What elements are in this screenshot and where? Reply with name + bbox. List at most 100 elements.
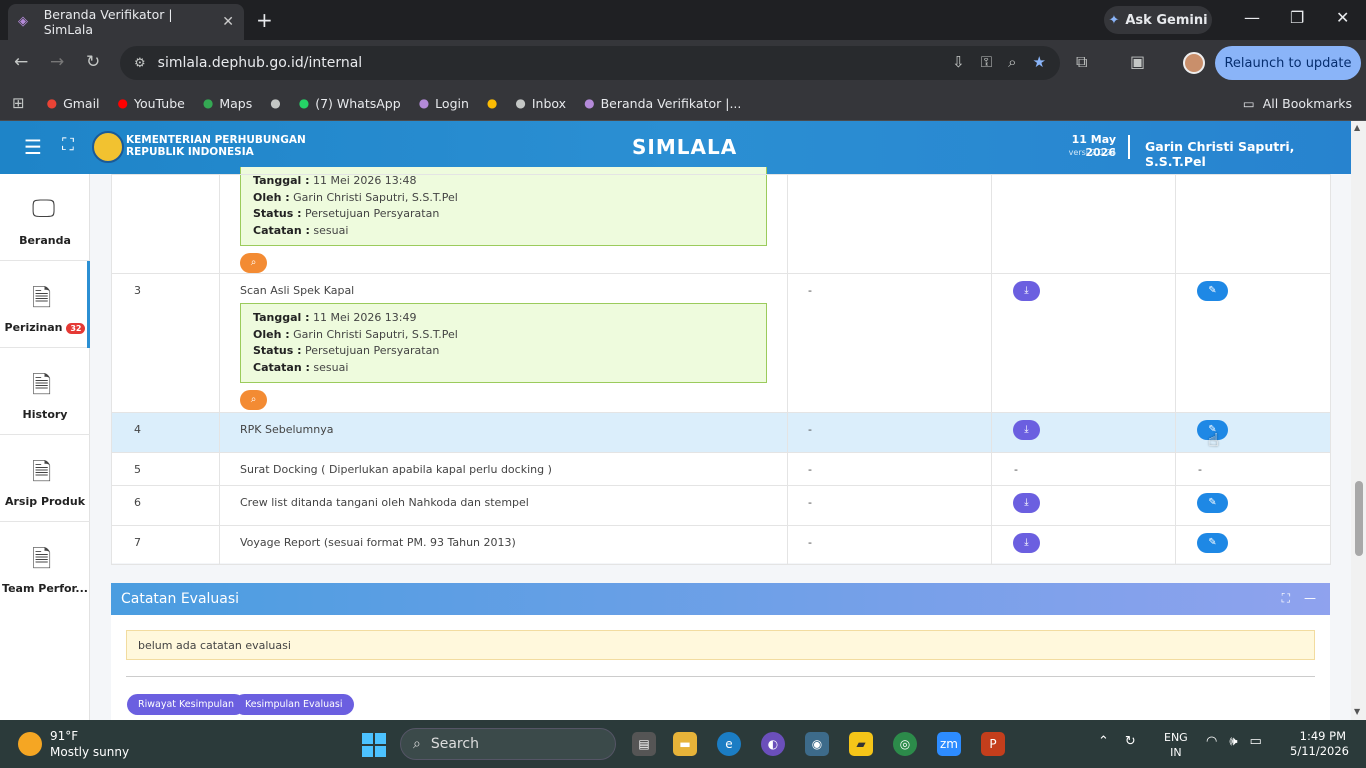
keterangan-cell: - (787, 412, 992, 453)
sidebar-item-team-performance[interactable]: 🗎 Team Perfor... (0, 522, 90, 609)
new-tab-icon[interactable]: + (256, 8, 273, 32)
browser-toolbar: ← → ↻ ⚙ simlala.dephub.go.id/internal ⇩ … (0, 40, 1366, 86)
download-button[interactable]: ⤓ (1013, 493, 1040, 513)
site-info-icon[interactable]: ⚙ (134, 56, 146, 71)
sidebar-item-history[interactable]: 🗎 History (0, 348, 90, 435)
zoom-app-icon[interactable]: zm (937, 732, 961, 756)
chevron-up-icon[interactable]: ⌃ (1098, 734, 1109, 749)
camera-icon[interactable]: ◉ (805, 732, 829, 756)
edge-icon[interactable]: e (717, 732, 741, 756)
info-label: Catatan : (253, 360, 310, 374)
tab-search-icon[interactable]: ▣ (1130, 52, 1145, 71)
minimize-icon[interactable]: — (1244, 8, 1260, 27)
weather-sun-icon[interactable] (18, 732, 42, 756)
user-name[interactable]: Garin Christi Saputri, S.S.T.Pel (1145, 139, 1351, 169)
sticky-notes-icon[interactable]: ▰ (849, 732, 873, 756)
all-bookmarks[interactable]: ▭ All Bookmarks (1243, 96, 1352, 111)
monitor-icon: 🖵 (32, 194, 56, 222)
collapse-icon[interactable]: — (1304, 591, 1316, 606)
page-scrollbar[interactable]: ▲ ▼ (1351, 121, 1366, 720)
info-value: Garin Christi Saputri, S.S.T.Pel (293, 190, 458, 204)
sidebar-item-perizinan[interactable]: 🗎 Perizinan 32 (0, 261, 90, 348)
weather-desc[interactable]: Mostly sunny (50, 745, 129, 759)
scrollbar-thumb[interactable] (1355, 481, 1363, 556)
bookmark-star-icon[interactable]: ★ (1033, 53, 1046, 71)
fullscreen-icon[interactable]: ⛶ (62, 135, 74, 155)
browser-tab[interactable]: ◈ Beranda Verifikator | SimLala ✕ (8, 4, 244, 40)
riwayat-kesimpulan-button[interactable]: Riwayat Kesimpulan (127, 694, 245, 715)
lang-secondary: IN (1170, 746, 1182, 759)
relaunch-button[interactable]: Relaunch to update (1215, 46, 1361, 80)
powerpoint-icon[interactable]: P (981, 732, 1005, 756)
download-cell: ⤓ (991, 525, 1176, 565)
extensions-icon[interactable]: ⧉ (1076, 52, 1087, 72)
download-button[interactable]: ⤓ (1013, 420, 1040, 440)
bookmark-label: YouTube (134, 95, 185, 111)
row-number: 6 (111, 485, 220, 526)
clock[interactable]: 1:49 PM 5/11/2026 (1290, 729, 1349, 759)
ask-gemini-button[interactable]: ✦ Ask Gemini (1104, 6, 1212, 34)
apps-grid-icon[interactable]: ⊞ (12, 94, 25, 112)
bookmark-label: Login (435, 95, 469, 111)
tray-icons: ◠ 🕪 ▭ (1206, 734, 1262, 749)
wifi-icon[interactable]: ◠ (1206, 734, 1217, 749)
forward-icon[interactable]: → (50, 52, 64, 72)
profile-avatar[interactable] (1183, 52, 1205, 74)
download-button[interactable]: ⤓ (1013, 281, 1040, 301)
weather-temp[interactable]: 91°F (50, 729, 78, 743)
sidebar-item-beranda[interactable]: 🖵 Beranda (0, 174, 90, 261)
view-detail-button[interactable]: ⌕ (240, 253, 267, 273)
taskbar: 91°F Mostly sunny ⌕ Search ▤ ▬ e ◐ ◉ ▰ ◎… (0, 720, 1366, 768)
bookmark-item[interactable]: ● (270, 96, 280, 111)
info-value: Garin Christi Saputri, S.S.T.Pel (293, 327, 458, 341)
taskbar-search[interactable]: ⌕ Search (400, 728, 616, 760)
info-value: 11 Mei 2026 13:48 (313, 174, 417, 187)
close-window-icon[interactable]: ✕ (1336, 8, 1349, 27)
scroll-up-icon[interactable]: ▲ (1354, 123, 1360, 132)
restore-icon[interactable]: ❐ (1290, 8, 1304, 27)
sync-icon[interactable]: ↻ (1125, 734, 1136, 749)
pinwheel-icon: ● (486, 96, 498, 110)
kesimpulan-evaluasi-button[interactable]: Kesimpulan Evaluasi (234, 694, 354, 715)
info-tanggal: Tanggal : 11 Mei 2026 13:48 (253, 173, 754, 190)
bookmark-label: (7) WhatsApp (315, 95, 401, 111)
scroll-down-icon[interactable]: ▼ (1354, 707, 1360, 716)
bookmark-item[interactable]: ● Gmail (47, 96, 100, 111)
bookmark-item[interactable]: ● (7) WhatsApp (299, 96, 401, 111)
install-app-icon[interactable]: ⇩ (952, 53, 965, 71)
bookmark-item[interactable]: ● Beranda Verifikator |... (584, 96, 741, 111)
address-bar[interactable]: ⚙ simlala.dephub.go.id/internal ⇩ ⚿ ⌕ ★ (120, 46, 1060, 80)
expand-icon[interactable]: ⛶ (1282, 591, 1290, 606)
edit-button[interactable]: ✎ (1197, 533, 1228, 553)
table-row: Tanggal : 11 Mei 2026 13:48 Oleh : Garin … (111, 167, 1331, 274)
back-icon[interactable]: ← (14, 52, 28, 72)
file-explorer-icon[interactable]: ▬ (673, 732, 697, 756)
task-view-icon[interactable]: ▤ (632, 732, 656, 756)
battery-icon[interactable]: ▭ (1250, 734, 1262, 749)
sidebar-item-arsip-produk[interactable]: 🗎 Arsip Produk (0, 435, 90, 522)
download-button[interactable]: ⤓ (1013, 533, 1040, 553)
row-number: 5 (111, 452, 220, 486)
info-tanggal: Tanggal : 11 Mei 2026 13:49 (253, 310, 754, 327)
bookmark-item[interactable]: ● Maps (203, 96, 252, 111)
bookmark-item[interactable]: ● (487, 96, 497, 111)
clock-date: 5/11/2026 (1290, 744, 1349, 758)
language-indicator[interactable]: ENG IN (1164, 730, 1188, 760)
password-key-icon[interactable]: ⚿ (981, 53, 992, 71)
bookmark-item[interactable]: ● Inbox (515, 96, 566, 111)
bookmark-item[interactable]: ● Login (419, 96, 469, 111)
volume-icon[interactable]: 🕪 (1229, 734, 1237, 749)
bookmark-item[interactable]: ● YouTube (118, 96, 185, 111)
chrome-icon[interactable]: ◎ (893, 732, 917, 756)
table-row: 5 Surat Docking ( Diperlukan apabila kapa… (111, 452, 1331, 486)
start-icon[interactable] (362, 733, 386, 757)
hamburger-menu-icon[interactable]: ☰ (24, 135, 42, 159)
app-icon[interactable]: ◐ (761, 732, 785, 756)
edit-button[interactable]: ✎ (1197, 493, 1228, 513)
reload-icon[interactable]: ↻ (86, 52, 100, 72)
login-icon: ● (418, 96, 430, 110)
view-detail-button[interactable]: ⌕ (240, 390, 267, 410)
zoom-icon[interactable]: ⌕ (1008, 53, 1016, 71)
edit-button[interactable]: ✎ (1197, 281, 1228, 301)
close-tab-icon[interactable]: ✕ (222, 14, 234, 30)
